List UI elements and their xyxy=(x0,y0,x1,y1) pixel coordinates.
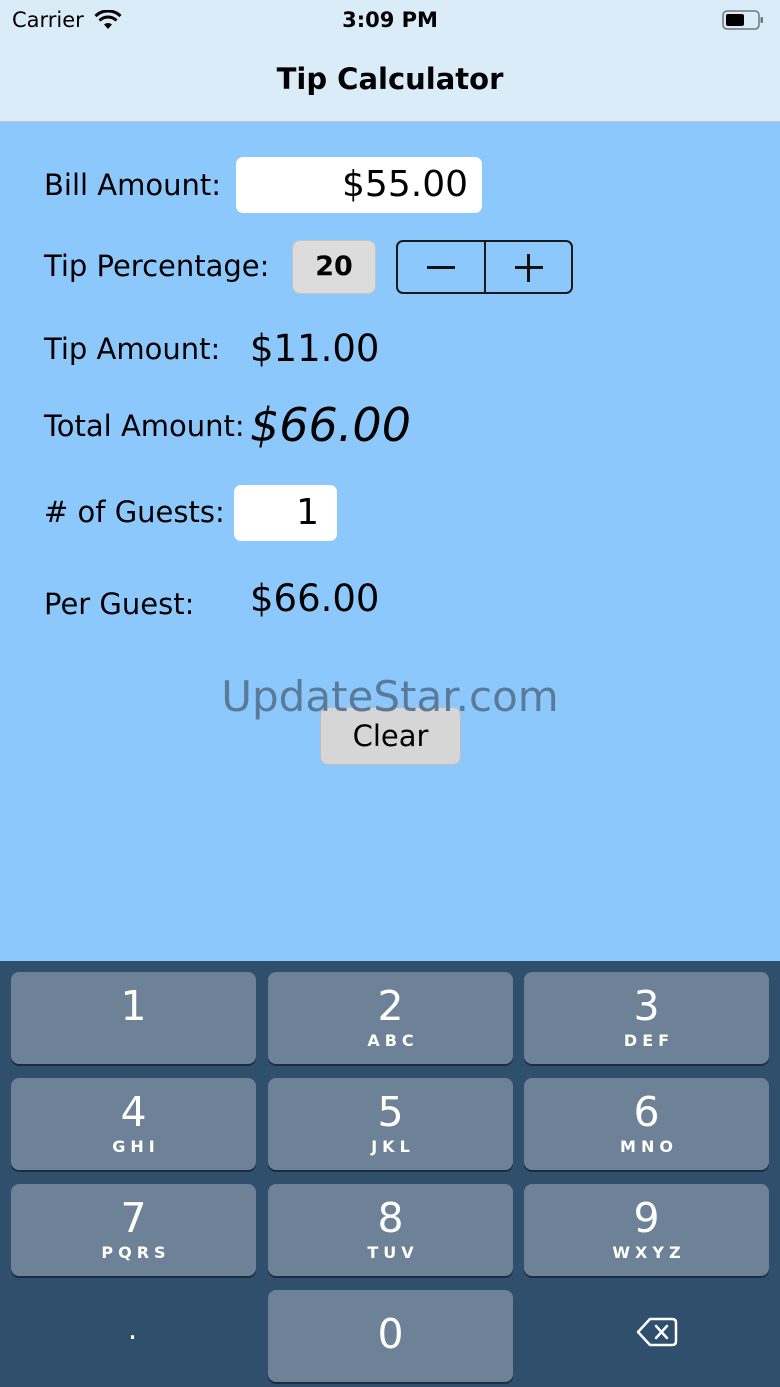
bill-amount-label: Bill Amount: xyxy=(44,168,222,202)
key-5[interactable]: 5 JKL xyxy=(268,1078,513,1170)
key-7[interactable]: 7 PQRS xyxy=(11,1184,256,1276)
key-digit: 4 xyxy=(120,1088,147,1136)
status-time: 3:09 PM xyxy=(342,8,438,32)
page-title: Tip Calculator xyxy=(276,62,504,96)
key-letters: DEF xyxy=(623,1031,675,1050)
key-digit: 7 xyxy=(120,1194,147,1242)
key-3[interactable]: 3 DEF xyxy=(524,972,769,1064)
per-guest-label: Per Guest: xyxy=(44,587,195,621)
key-digit: 1 xyxy=(120,982,147,1030)
increment-button[interactable] xyxy=(483,242,572,292)
backspace-icon xyxy=(636,1317,678,1347)
key-8[interactable]: 8 TUV xyxy=(268,1184,513,1276)
key-digit: 3 xyxy=(633,982,660,1030)
key-letters: JKL xyxy=(371,1137,415,1156)
key-letters: PQRS xyxy=(101,1243,171,1262)
key-1[interactable]: 1 xyxy=(11,972,256,1064)
tip-percentage-stepper[interactable] xyxy=(396,240,573,294)
key-digit: 8 xyxy=(377,1194,404,1242)
guests-label: # of Guests: xyxy=(44,495,225,529)
delete-key[interactable] xyxy=(526,1290,771,1382)
total-amount-label: Total Amount: xyxy=(44,409,245,443)
key-digit: 0 xyxy=(377,1310,404,1358)
tip-amount-value: $11.00 xyxy=(250,327,380,370)
key-letters: GHI xyxy=(112,1137,160,1156)
key-digit: 2 xyxy=(377,982,404,1030)
key-4[interactable]: 4 GHI xyxy=(11,1078,256,1170)
watermark: UpdateStar.com xyxy=(221,672,559,721)
per-guest-value: $66.00 xyxy=(250,577,380,620)
key-letters: ABC xyxy=(367,1031,419,1050)
bill-amount-field[interactable]: $55.00 xyxy=(236,157,482,213)
total-amount-value: $66.00 xyxy=(250,398,411,452)
navigation-bar: Tip Calculator xyxy=(0,40,780,122)
guests-field[interactable]: 1 xyxy=(234,485,337,541)
key-letters: TUV xyxy=(367,1243,419,1262)
battery-icon xyxy=(722,10,763,30)
status-bar: Carrier 3:09 PM xyxy=(0,0,780,40)
tip-amount-label: Tip Amount: xyxy=(44,332,221,366)
key-6[interactable]: 6 MNO xyxy=(524,1078,769,1170)
key-0[interactable]: 0 xyxy=(268,1290,513,1382)
tip-percentage-display: 20 xyxy=(292,240,376,294)
key-2[interactable]: 2 ABC xyxy=(268,972,513,1064)
decrement-button[interactable] xyxy=(398,242,484,292)
minus-icon xyxy=(427,266,455,269)
key-letters: WXYZ xyxy=(612,1243,686,1262)
key-9[interactable]: 9 WXYZ xyxy=(524,1184,769,1276)
key-decimal[interactable]: . xyxy=(10,1290,255,1382)
key-letters: MNO xyxy=(620,1137,678,1156)
key-digit: 5 xyxy=(377,1088,404,1136)
tip-percentage-label: Tip Percentage: xyxy=(44,249,270,283)
key-digit: 6 xyxy=(633,1088,660,1136)
key-digit: 9 xyxy=(633,1194,660,1242)
